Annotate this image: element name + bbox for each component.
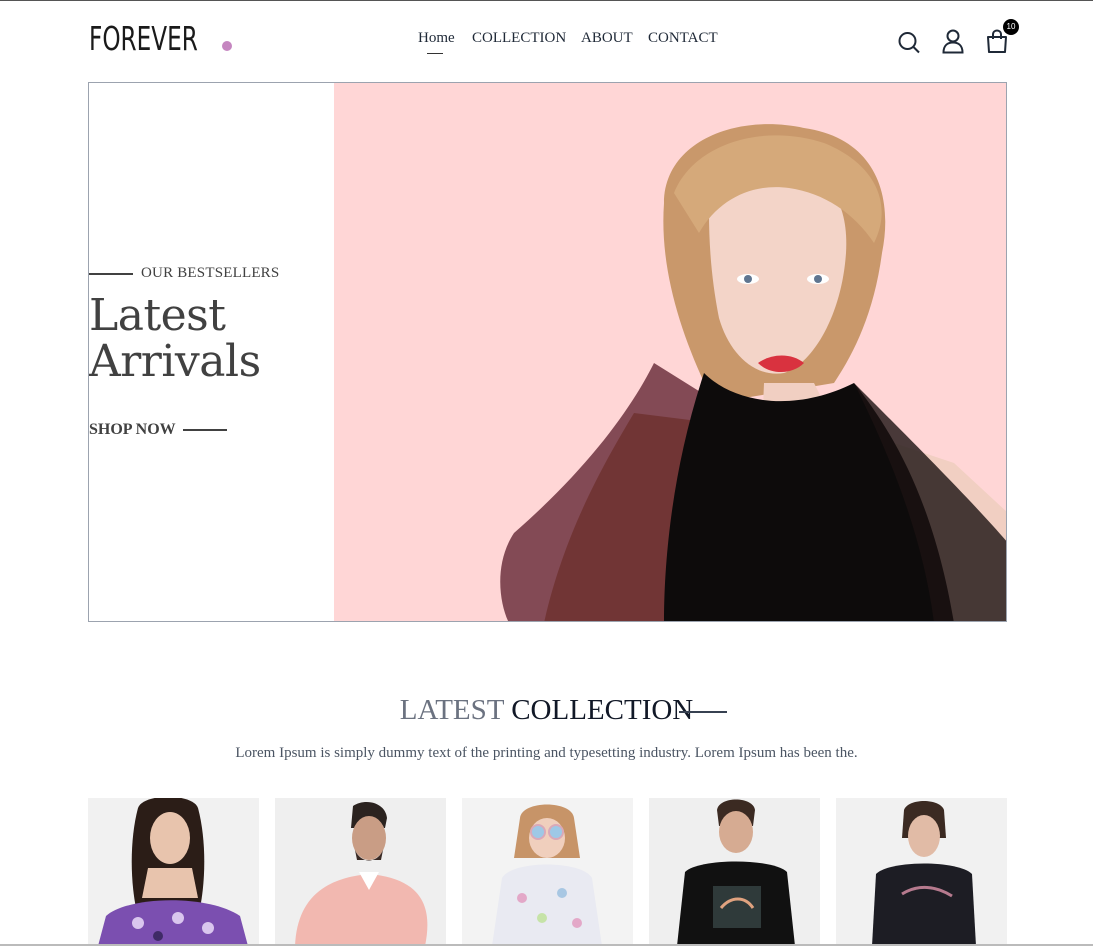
headline-line-1: Latest	[89, 290, 226, 341]
product-image	[88, 798, 259, 946]
hero-tag: OUR BESTSELLERS	[141, 265, 280, 281]
nav-about[interactable]: ABOUT	[581, 30, 633, 47]
product-card[interactable]	[836, 798, 1007, 946]
main-nav: Home COLLECTION ABOUT CONTACT	[0, 30, 1093, 60]
search-icon[interactable]	[897, 30, 921, 54]
headline-line-2: Arrivals	[89, 336, 261, 387]
section-description: Lorem Ipsum is simply dummy text of the …	[235, 745, 858, 761]
section-title-light: LATEST	[399, 694, 504, 726]
section-title-dark: COLLECTION	[511, 694, 694, 726]
cart-count-badge: 10	[1003, 19, 1019, 35]
product-image	[649, 798, 820, 946]
shop-now-link[interactable]: SHOP NOW	[89, 421, 176, 439]
product-card[interactable]	[462, 798, 633, 946]
nav-home[interactable]: Home	[418, 30, 455, 47]
profile-icon[interactable]	[941, 28, 965, 54]
hero-headline: Latest Arrivals	[89, 293, 261, 385]
product-image	[275, 798, 446, 946]
shop-now-line	[183, 429, 227, 431]
model-illustration	[500, 124, 1006, 621]
nav-active-indicator	[427, 53, 443, 54]
product-card[interactable]	[88, 798, 259, 946]
product-image	[462, 798, 633, 946]
product-image	[836, 798, 1007, 946]
section-title-line	[679, 711, 727, 713]
nav-collection[interactable]: COLLECTION	[472, 30, 566, 47]
tag-line	[89, 273, 133, 275]
product-card[interactable]	[275, 798, 446, 946]
hero-banner: OUR BESTSELLERS Latest Arrivals SHOP NOW	[88, 82, 1007, 622]
top-border	[0, 0, 1093, 1]
product-card[interactable]	[649, 798, 820, 946]
product-grid	[88, 798, 1007, 946]
section-title: LATEST COLLECTION	[0, 694, 1093, 727]
nav-contact[interactable]: CONTACT	[648, 30, 718, 47]
hero-image	[334, 83, 1006, 621]
hero-text: OUR BESTSELLERS Latest Arrivals SHOP NOW	[89, 83, 334, 621]
